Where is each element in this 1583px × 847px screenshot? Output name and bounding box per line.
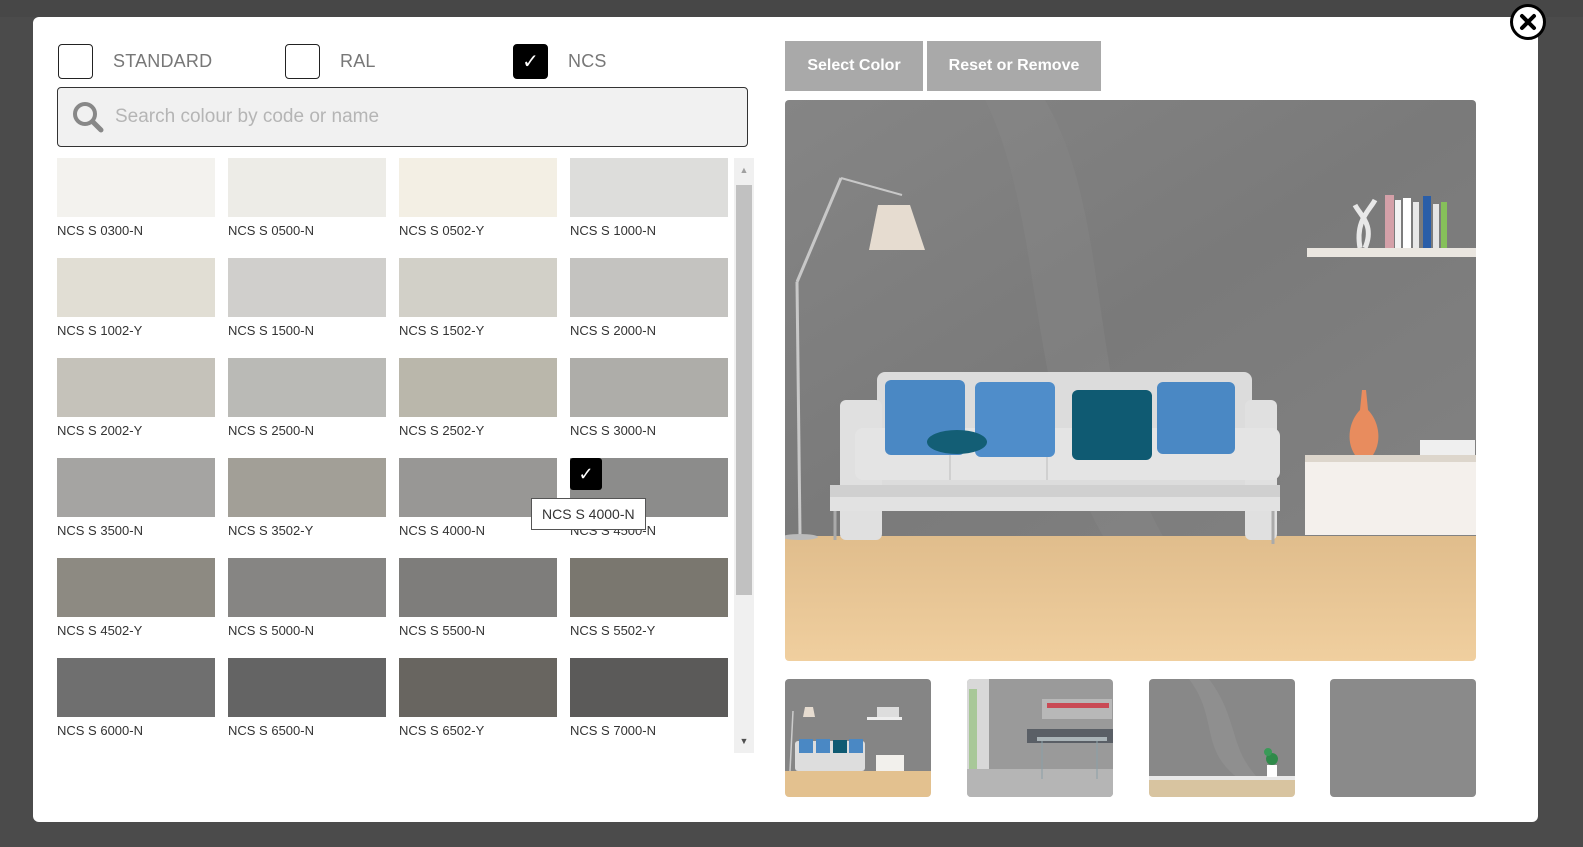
swatch-label: NCS S 2502-Y	[399, 423, 485, 438]
checkmark-icon: ✓	[522, 50, 539, 73]
standard-option-ncs[interactable]: ✓ NCS	[513, 43, 607, 79]
close-button[interactable]	[1510, 4, 1546, 40]
swatch-color[interactable]	[228, 358, 386, 417]
swatch-label: NCS S 7000-N	[570, 723, 656, 738]
swatch-item[interactable]: NCS S 0300-N	[57, 158, 215, 258]
swatch-label: NCS S 3500-N	[57, 523, 143, 538]
swatch-label: NCS S 1502-Y	[399, 323, 485, 338]
select-color-button[interactable]: Select Color	[785, 41, 923, 91]
swatch-scrollbar[interactable]: ▲ ▼	[734, 158, 754, 753]
search-icon	[73, 102, 104, 133]
swatch-label: NCS S 0300-N	[57, 223, 143, 238]
swatch-label: NCS S 3502-Y	[228, 523, 314, 538]
standard-label: STANDARD	[113, 50, 213, 71]
swatch-color[interactable]	[570, 258, 728, 317]
swatch-color[interactable]	[399, 658, 557, 717]
swatch-color[interactable]	[57, 658, 215, 717]
thumbnail-empty-room[interactable]	[1149, 679, 1295, 797]
swatch-label: NCS S 5500-N	[399, 623, 485, 638]
swatch-item[interactable]: NCS S 0502-Y	[399, 158, 557, 258]
reset-or-remove-button[interactable]: Reset or Remove	[927, 41, 1101, 91]
color-search-input[interactable]	[115, 106, 715, 128]
swatch-color[interactable]	[570, 658, 728, 717]
swatch-item[interactable]: NCS S 5502-Y	[570, 558, 728, 658]
swatch-label: NCS S 3000-N	[570, 423, 656, 438]
swatch-item[interactable]: NCS S 1000-N	[570, 158, 728, 258]
swatch-label: NCS S 2500-N	[228, 423, 314, 438]
color-search-box	[57, 87, 748, 147]
thumbnail-dining-room[interactable]	[967, 679, 1113, 797]
swatch-item[interactable]: NCS S 0500-N	[228, 158, 386, 258]
ral-checkbox[interactable]	[285, 43, 320, 79]
selected-checkmark-icon: ✓	[570, 458, 602, 490]
color-standard-selector: STANDARD RAL ✓ NCS	[58, 43, 748, 79]
swatch-item[interactable]: NCS S 2502-Y	[399, 358, 557, 458]
swatch-item[interactable]: NCS S 3000-N	[570, 358, 728, 458]
swatch-item[interactable]: NCS S 5500-N	[399, 558, 557, 658]
swatch-item[interactable]: NCS S 4502-Y	[57, 558, 215, 658]
swatch-item[interactable]: NCS S 5000-N	[228, 558, 386, 658]
swatch-label: NCS S 6000-N	[57, 723, 143, 738]
close-icon	[1520, 14, 1536, 30]
thumbnail-plain-color[interactable]	[1330, 679, 1476, 797]
swatch-color[interactable]	[57, 158, 215, 217]
swatch-color[interactable]	[570, 358, 728, 417]
swatch-color[interactable]	[570, 558, 728, 617]
swatch-item[interactable]: NCS S 7000-N	[570, 658, 728, 753]
swatch-list: NCS S 0300-N NCS S 0500-N NCS S 0502-Y NCS …	[57, 158, 754, 753]
thumbnail-living-room[interactable]	[785, 679, 931, 797]
swatch-label: NCS S 2002-Y	[57, 423, 143, 438]
scroll-up-arrow-icon[interactable]: ▲	[734, 161, 754, 179]
ral-label: RAL	[340, 50, 376, 71]
swatch-label: NCS S 0502-Y	[399, 223, 485, 238]
ncs-label: NCS	[568, 50, 607, 71]
floor	[785, 536, 1476, 661]
swatch-item[interactable]: NCS S 6500-N	[228, 658, 386, 753]
swatch-color[interactable]	[228, 458, 386, 517]
swatch-color[interactable]	[399, 258, 557, 317]
modal-backdrop	[0, 0, 1583, 17]
swatch-color[interactable]	[57, 558, 215, 617]
swatch-label: NCS S 6502-Y	[399, 723, 485, 738]
swatch-color[interactable]	[399, 358, 557, 417]
swatch-item[interactable]: NCS S 2000-N	[570, 258, 728, 358]
swatch-color[interactable]	[228, 158, 386, 217]
swatch-color[interactable]	[399, 558, 557, 617]
swatch-color[interactable]	[57, 458, 215, 517]
swatch-item[interactable]: NCS S 1502-Y	[399, 258, 557, 358]
ncs-checkbox[interactable]: ✓	[513, 43, 548, 79]
swatch-label: NCS S 2000-N	[570, 323, 656, 338]
standard-option-standard[interactable]: STANDARD	[58, 43, 212, 79]
scroll-down-arrow-icon[interactable]: ▼	[734, 732, 754, 750]
swatch-color[interactable]	[57, 258, 215, 317]
swatch-item[interactable]: NCS S 1500-N	[228, 258, 386, 358]
standard-option-ral[interactable]: RAL	[285, 43, 376, 79]
room-preview-image	[785, 100, 1476, 661]
swatch-grid: NCS S 0300-N NCS S 0500-N NCS S 0502-Y NCS …	[57, 158, 729, 753]
swatch-label: NCS S 1500-N	[228, 323, 314, 338]
swatch-label: NCS S 1002-Y	[57, 323, 143, 338]
swatch-tooltip: NCS S 4000-N	[531, 498, 646, 530]
swatch-item[interactable]: NCS S 6502-Y	[399, 658, 557, 753]
swatch-label: NCS S 6500-N	[228, 723, 314, 738]
swatch-label: NCS S 0500-N	[228, 223, 314, 238]
swatch-item[interactable]: NCS S 1002-Y	[57, 258, 215, 358]
swatch-label: NCS S 1000-N	[570, 223, 656, 238]
swatch-label: NCS S 4502-Y	[57, 623, 143, 638]
swatch-color[interactable]	[399, 158, 557, 217]
swatch-item[interactable]: NCS S 3500-N	[57, 458, 215, 558]
swatch-label: NCS S 5502-Y	[570, 623, 656, 638]
swatch-color[interactable]	[570, 158, 728, 217]
swatch-color[interactable]	[228, 658, 386, 717]
swatch-item[interactable]: NCS S 2002-Y	[57, 358, 215, 458]
standard-checkbox[interactable]	[58, 43, 93, 79]
swatch-item[interactable]: NCS S 6000-N	[57, 658, 215, 753]
swatch-item[interactable]: NCS S 3502-Y	[228, 458, 386, 558]
swatch-item[interactable]: NCS S 2500-N	[228, 358, 386, 458]
swatch-color[interactable]	[228, 558, 386, 617]
swatch-color[interactable]	[57, 358, 215, 417]
swatch-label: NCS S 5000-N	[228, 623, 314, 638]
scroll-thumb[interactable]	[736, 185, 752, 595]
swatch-color[interactable]	[228, 258, 386, 317]
